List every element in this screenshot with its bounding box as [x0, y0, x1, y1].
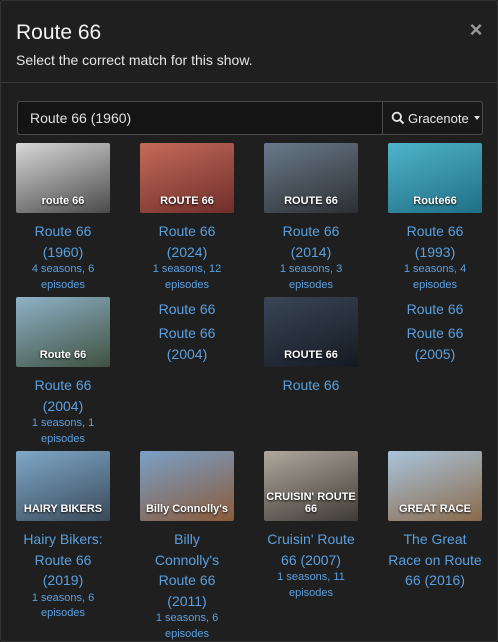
result-name-line: Route 66 [282, 377, 340, 393]
result-name-line: Route 66 [34, 551, 92, 568]
result-name-line: Route 66 [158, 325, 216, 341]
poster-title: ROUTE 66 [284, 349, 338, 361]
result-meta-line: episodes [40, 278, 86, 291]
result-alt-title: Route 66 [158, 301, 216, 317]
result-poster[interactable]: ROUTE 66 [264, 143, 358, 213]
result-poster[interactable]: Route 66 [16, 297, 110, 367]
result-meta-line: 1 seasons, 1 [31, 417, 95, 429]
result-poster[interactable]: Route66 [388, 143, 482, 213]
poster-title: ROUTE 66 [160, 195, 214, 207]
result-name-line: Route 66 [282, 223, 340, 239]
result-name-line: Connolly's [154, 551, 220, 568]
provider-label: Gracenote [408, 110, 469, 126]
poster-title: Route66 [413, 195, 457, 207]
dialog-header: Route 66 Select the correct match for th… [1, 1, 497, 83]
result-poster[interactable]: CRUISIN' ROUTE 66 [264, 451, 358, 521]
result-name-line: Route 66 [158, 223, 216, 239]
result-name-line: Route 66 [34, 377, 92, 393]
result-meta-line: episodes [40, 607, 86, 619]
result-name-line: Route 66 [406, 325, 464, 341]
result-alt-title: Route 66 [406, 301, 464, 317]
result-name-line: Hairy Bikers: [23, 531, 103, 547]
result-name-line: Race on Route [388, 551, 482, 568]
result-name-line: Billy [174, 531, 200, 547]
result-name-line: (2014) [290, 243, 332, 260]
result-meta-line: 1 seasons, 6 [155, 612, 219, 624]
result-meta-line: episodes [164, 278, 210, 291]
result-name-line: (2024) [166, 243, 208, 260]
poster-title: ROUTE 66 [284, 195, 338, 207]
poster-title: GREAT RACE [399, 503, 471, 515]
result-meta-line: 1 seasons, 3 [279, 263, 343, 275]
provider-dropdown-button[interactable]: Gracenote [382, 101, 483, 135]
result-name-line: 66 (2007) [281, 551, 341, 568]
result-meta-line: 1 seasons, 6 [31, 591, 95, 604]
result-name-line: (2011) [167, 592, 207, 609]
result-meta-line: episodes [40, 432, 86, 445]
result-meta-line: episodes [412, 278, 458, 291]
result-name-line: (2005) [414, 345, 456, 362]
dialog-title: Route 66 [16, 21, 102, 44]
search-bar: Gracenote [17, 101, 483, 135]
search-icon [391, 111, 405, 125]
chevron-down-icon [473, 116, 480, 120]
result-name-line: (2019) [42, 572, 84, 588]
result-poster[interactable]: HAIRY BIKERS [16, 451, 110, 521]
close-icon[interactable]: × [465, 19, 487, 41]
poster-title: HAIRY BIKERS [23, 503, 103, 515]
result-meta-line: 1 seasons, 12 [152, 263, 222, 275]
result-meta-line: 1 seasons, 11 [277, 571, 345, 583]
result-meta-line: episodes [164, 627, 210, 640]
result-name-line: Route 66 [158, 572, 216, 588]
result-meta-line: episodes [288, 586, 334, 599]
result-name-line: 66 (2016) [405, 572, 465, 588]
result-name-line: Cruisin' Route [267, 531, 355, 547]
dialog-subtitle: Select the correct match for this show. [16, 52, 253, 68]
poster-title: CRUISIN' ROUTE 66 [266, 491, 356, 515]
poster-title: Route 66 [39, 349, 87, 361]
result-name-line: The Great [403, 531, 467, 547]
result-name-line: (2004) [42, 397, 84, 414]
result-name-line: Route 66 [34, 223, 92, 239]
result-poster[interactable]: route 66 [16, 143, 110, 213]
result-name-line: Route 66 [406, 223, 464, 239]
result-meta-line: 1 seasons, 4 [403, 263, 467, 275]
result-name-line: (1993) [414, 243, 456, 260]
poster-title: Billy Connolly's [145, 503, 229, 515]
result-poster[interactable]: ROUTE 66 [264, 297, 358, 367]
search-input[interactable] [17, 101, 383, 135]
match-dialog: Route 66 Select the correct match for th… [0, 0, 498, 642]
result-name-line: (2004) [166, 345, 208, 362]
result-meta-line: 4 seasons, 6 [31, 263, 95, 275]
result-poster[interactable]: GREAT RACE [388, 451, 482, 521]
result-poster[interactable]: Billy Connolly's [140, 451, 234, 521]
result-name-line: (1960) [42, 243, 84, 260]
result-poster[interactable]: ROUTE 66 [140, 143, 234, 213]
poster-title: route 66 [41, 195, 85, 207]
result-meta-line: episodes [288, 278, 334, 291]
